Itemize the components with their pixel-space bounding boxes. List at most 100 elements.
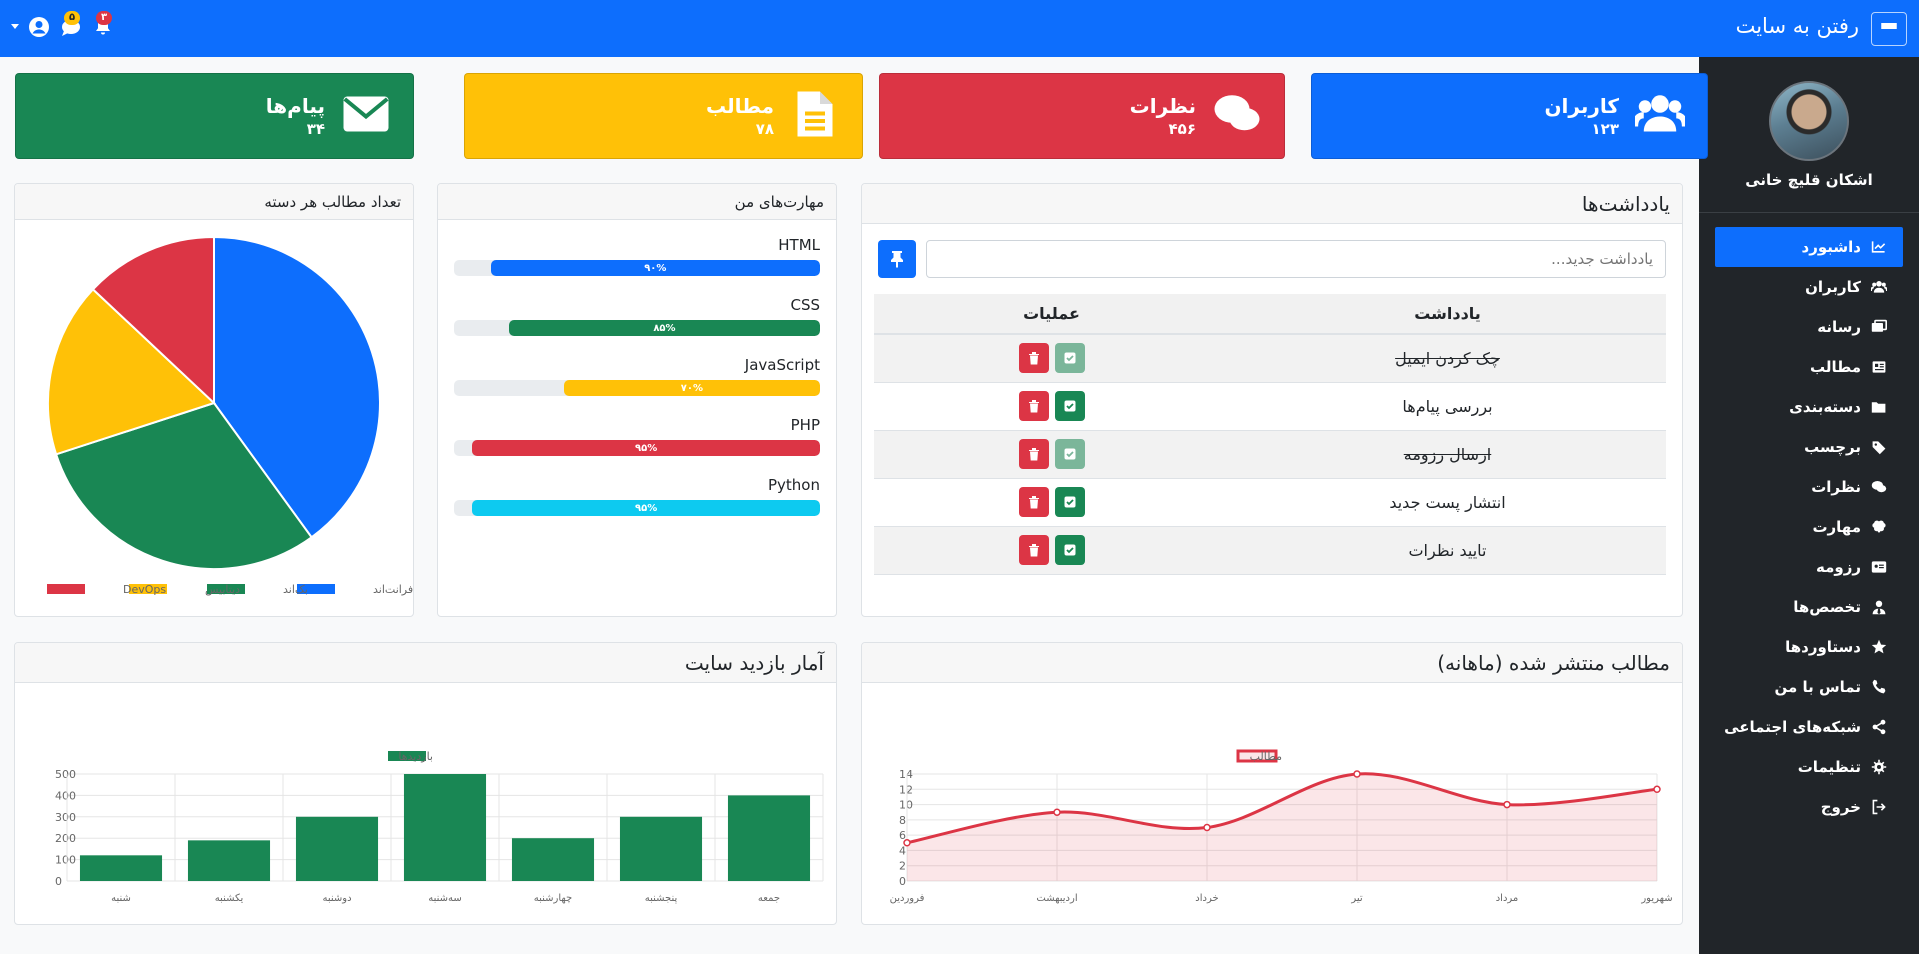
- comments-icon: [1869, 479, 1889, 495]
- legend-label: دیتابیس: [205, 583, 240, 596]
- toggle-done-button[interactable]: [1054, 391, 1085, 421]
- y-tick-label: 4: [899, 844, 906, 857]
- toggle-done-button[interactable]: [1054, 487, 1085, 517]
- avatar: [1769, 81, 1849, 161]
- newspaper-icon: [1869, 359, 1889, 375]
- users-icon: [1631, 89, 1689, 143]
- skill-progress-bar: ۸۵%: [508, 320, 820, 336]
- sidebar-item-users[interactable]: کاربران: [1715, 267, 1903, 307]
- user-menu-button[interactable]: [26, 14, 52, 40]
- thumbtack-icon: [891, 251, 903, 268]
- sidebar-item-label: تنظیمات: [1797, 758, 1861, 776]
- toggle-done-button[interactable]: [1054, 439, 1085, 469]
- profile-name: اشکان قلیچ خانی: [1745, 171, 1873, 189]
- sidebar-item-chart[interactable]: داشبورد: [1715, 227, 1903, 267]
- stat-text: پیام‌ها ۳۴: [266, 94, 325, 138]
- x-tick-label: چهارشنبه: [534, 893, 572, 904]
- toggle-done-button[interactable]: [1054, 343, 1085, 374]
- skill-item: JavaScript ۷۰%: [454, 356, 820, 396]
- sidebar-item-sign-out[interactable]: خروج: [1715, 787, 1903, 827]
- delete-note-button[interactable]: [1018, 487, 1049, 517]
- sidebar-item-label: تخصص‌ها: [1793, 598, 1861, 616]
- sidebar-item-star[interactable]: دستاوردها: [1715, 627, 1903, 667]
- images-icon: [1869, 319, 1889, 335]
- tags-icon: [1869, 439, 1889, 455]
- bar-panel-title: آمار بازدید سایت: [15, 643, 836, 683]
- y-tick-label: 300: [55, 811, 76, 824]
- sidebar-item-folder[interactable]: دسته‌بندی: [1715, 387, 1903, 427]
- note-ops: [874, 430, 1229, 479]
- notifications-button[interactable]: ۳: [90, 11, 116, 40]
- stat-card-users[interactable]: کاربران ۱۲۳: [1311, 73, 1708, 159]
- notes-table: یادداشت عملیات چک کردن ایمیل بررسی پیام‌…: [874, 294, 1666, 575]
- legend-item: DevOps: [47, 583, 166, 596]
- sidebar-item-label: شبکه‌های اجتماعی: [1724, 718, 1861, 736]
- stat-text: مطالب ۷۸: [706, 94, 774, 138]
- stat-card-messages[interactable]: پیام‌ها ۳۴: [15, 73, 414, 159]
- delete-note-button[interactable]: [1018, 439, 1049, 469]
- pie-panel-title: تعداد مطالب هر دسته: [15, 184, 413, 220]
- table-row: بررسی پیام‌ها: [874, 382, 1666, 431]
- x-tick-label: یکشنبه: [215, 893, 244, 904]
- delete-note-button[interactable]: [1018, 391, 1049, 421]
- skill-name: CSS: [790, 296, 820, 314]
- sidebar-nav: داشبورد کاربران رسانه مطالب دسته‌بندی برچسب نظ…: [1699, 213, 1919, 827]
- line-panel-title: مطالب منتشر شده (ماهانه): [862, 643, 1682, 683]
- stat-card-comments[interactable]: نظرات ۴۵۶: [879, 73, 1285, 159]
- y-tick-label: 8: [899, 814, 906, 827]
- x-tick-label: دوشنبه: [322, 893, 351, 904]
- sidebar-item-phone[interactable]: تماس با من: [1715, 667, 1903, 707]
- profile: اشکان قلیچ خانی: [1699, 57, 1919, 213]
- user-menu-caret[interactable]: [10, 14, 20, 40]
- sidebar-item-gear[interactable]: تنظیمات: [1715, 747, 1903, 787]
- stat-value: ۷۸: [755, 120, 774, 138]
- toggle-done-button[interactable]: [1054, 535, 1085, 565]
- stat-text: کاربران ۱۲۳: [1544, 94, 1619, 138]
- y-tick-label: 100: [55, 854, 76, 867]
- messages-button[interactable]: ۵: [58, 11, 84, 40]
- hamburger-icon: [1881, 23, 1897, 35]
- legend-label: مطالب: [1250, 750, 1283, 763]
- skill-name: Python: [768, 476, 820, 494]
- y-tick-label: 10: [899, 799, 913, 812]
- sidebar-item-label: دستاوردها: [1785, 638, 1861, 656]
- x-tick-label: اردیبهشت: [1036, 893, 1077, 904]
- sidebar-item-comments[interactable]: نظرات: [1715, 467, 1903, 507]
- site-link[interactable]: رفتن به سایت: [1736, 14, 1859, 38]
- x-tick-label: سه‌شنبه: [428, 893, 462, 904]
- sidebar-item-id-card[interactable]: رزومه: [1715, 547, 1903, 587]
- stat-card-posts[interactable]: مطالب ۷۸: [464, 73, 863, 159]
- chart-icon: [1869, 239, 1889, 255]
- sidebar-item-share[interactable]: شبکه‌های اجتماعی: [1715, 707, 1903, 747]
- user-circle-icon: [29, 17, 49, 37]
- delete-note-button[interactable]: [1018, 343, 1049, 374]
- sign-out-icon: [1869, 799, 1889, 815]
- phone-icon: [1869, 679, 1889, 695]
- sidebar-item-brain[interactable]: مهارت: [1715, 507, 1903, 547]
- y-tick-label: 0: [55, 875, 62, 888]
- sidebar-item-images[interactable]: رسانه: [1715, 307, 1903, 347]
- new-note-input[interactable]: [926, 240, 1666, 278]
- note-ops: [874, 526, 1229, 575]
- skill-item: HTML ۹۰%: [454, 236, 820, 276]
- sidebar-item-newspaper[interactable]: مطالب: [1715, 347, 1903, 387]
- legend-label: بازدیدها: [398, 750, 433, 763]
- y-tick-label: 500: [55, 768, 76, 781]
- notifications-badge: ۳: [96, 11, 112, 25]
- bar: [295, 816, 379, 881]
- add-note-button[interactable]: [878, 240, 916, 278]
- trash-icon: [1028, 544, 1039, 557]
- sidebar-item-tags[interactable]: برچسب: [1715, 427, 1903, 467]
- skill-progress-bar: ۹۵%: [472, 440, 820, 456]
- menu-toggle-button[interactable]: [1871, 12, 1907, 46]
- sidebar-item-user-tie[interactable]: تخصص‌ها: [1715, 587, 1903, 627]
- ops-group: [874, 439, 1229, 469]
- file-icon: [790, 89, 840, 143]
- stat-title: مطالب: [705, 94, 774, 118]
- skill-progress-bar: ۷۰%: [563, 380, 820, 396]
- delete-note-button[interactable]: [1018, 535, 1049, 565]
- check-square-icon: [1064, 448, 1075, 460]
- skills-title: مهارت‌های من: [438, 184, 836, 220]
- x-tick-label: شهریور: [1640, 893, 1672, 904]
- ops-group: [874, 535, 1229, 565]
